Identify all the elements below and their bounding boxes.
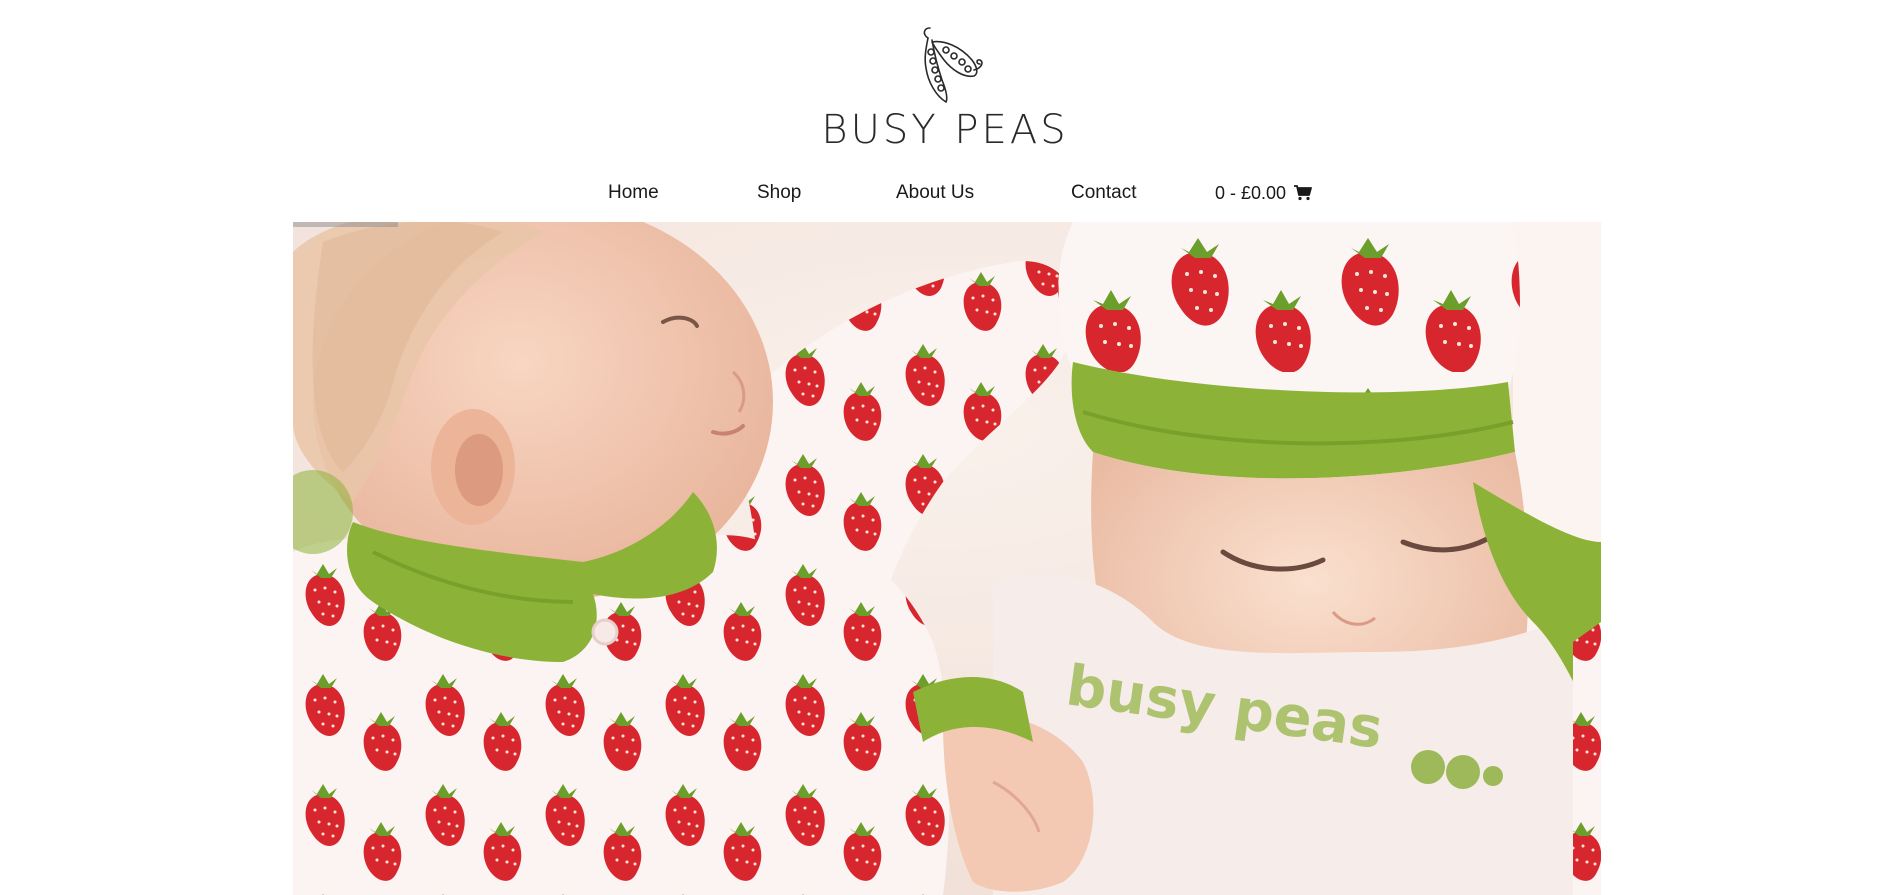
slider-progress-fill	[293, 222, 398, 227]
pea-pod-icon	[923, 27, 983, 104]
hero-image: busy peas	[293, 222, 1601, 895]
nav-item-contact[interactable]: Contact	[1071, 178, 1136, 208]
nav-item-home[interactable]: Home	[608, 178, 659, 208]
site-logo[interactable]: BUSY PEAS	[820, 24, 1070, 154]
brand-name: BUSY PEAS	[821, 107, 1069, 153]
cart-total: 0 - £0.00	[1215, 183, 1287, 203]
nav-item-about-us[interactable]: About Us	[896, 178, 974, 208]
main-navigation: Home Shop About Us Contact 0 - £0.00	[0, 178, 1893, 208]
cart-link[interactable]: 0 - £0.00	[1215, 178, 1312, 208]
shopping-cart-icon	[1294, 185, 1312, 201]
nav-item-shop[interactable]: Shop	[757, 178, 801, 208]
hero-banner: busy peas	[293, 222, 1601, 895]
slider-progress-bar	[293, 222, 1601, 227]
site-header: BUSY PEAS Home Shop About Us Contact 0 -…	[0, 0, 1893, 222]
